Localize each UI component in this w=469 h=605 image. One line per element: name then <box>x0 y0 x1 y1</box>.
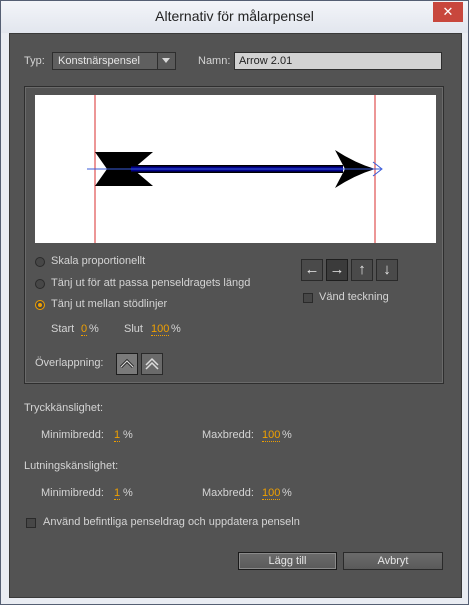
overlap-fold-button[interactable] <box>141 353 163 375</box>
cancel-button[interactable]: Avbryt <box>343 552 443 570</box>
arrow-up-icon[interactable]: ↑ <box>351 259 373 281</box>
radio-stretch-to-fit[interactable] <box>35 279 45 289</box>
radio-scale-proportional[interactable] <box>35 257 45 267</box>
pressure-max-unit: % <box>282 429 292 441</box>
overlap-label: Överlappning: <box>35 357 104 369</box>
arrow-right-icon[interactable]: → <box>326 259 348 281</box>
add-button[interactable]: Lägg till <box>238 552 337 570</box>
dialog-content: Typ: Konstnärspensel Namn: Arrow 2.01 Sk… <box>9 33 462 598</box>
apply-existing-label: Använd befintliga penseldrag och uppdate… <box>43 516 300 528</box>
stretch-to-fit-label: Tänj ut för att passa penseldragets läng… <box>51 277 251 289</box>
arrow-down-icon[interactable]: ↓ <box>376 259 398 281</box>
pressure-min-value[interactable]: 1 <box>114 429 121 442</box>
tilt-heading: Lutningskänslighet: <box>24 460 119 472</box>
flip-drawing-label: Vänd teckning <box>319 291 389 303</box>
tilt-max-unit: % <box>282 487 292 499</box>
arrow-preview-graphic <box>87 95 383 243</box>
overlap-adjust-corners-button[interactable] <box>116 353 138 375</box>
name-label: Namn: <box>198 55 231 67</box>
chevron-down-icon[interactable] <box>157 53 175 69</box>
tilt-max-label: Maxbredd: <box>202 487 254 499</box>
pressure-min-unit: % <box>123 429 133 441</box>
arrow-left-icon[interactable]: ← <box>301 259 323 281</box>
tilt-max-value[interactable]: 100 <box>262 487 281 500</box>
dialog-title: Alternativ för målarpensel <box>155 8 314 24</box>
end-unit: % <box>171 323 181 335</box>
end-value[interactable]: 100 <box>151 323 170 336</box>
dialog-window: Alternativ för målarpensel ✕ Typ: Konstn… <box>0 0 469 605</box>
flip-drawing-checkbox[interactable] <box>303 293 313 303</box>
close-button[interactable]: ✕ <box>433 2 463 22</box>
tilt-min-value[interactable]: 1 <box>114 487 121 500</box>
apply-existing-checkbox[interactable] <box>26 518 36 528</box>
overlap-fold-icon <box>145 357 159 370</box>
pressure-heading: Tryckkänslighet: <box>24 402 104 414</box>
end-label: Slut <box>124 323 143 335</box>
tilt-min-label: Minimibredd: <box>41 487 104 499</box>
stretch-between-guides-label: Tänj ut mellan stödlinjer <box>51 298 168 310</box>
radio-stretch-between-guides[interactable] <box>35 300 45 310</box>
title-bar[interactable]: Alternativ för målarpensel ✕ <box>1 1 468 33</box>
start-unit: % <box>89 323 99 335</box>
scale-proportional-label: Skala proportionellt <box>51 255 146 267</box>
brush-preview <box>35 95 436 243</box>
start-label: Start <box>51 323 75 335</box>
pressure-max-value[interactable]: 100 <box>262 429 281 442</box>
pressure-min-label: Minimibredd: <box>41 429 104 441</box>
type-label: Typ: <box>24 55 45 67</box>
brush-options-group: Skala proportionellt Tänj ut för att pas… <box>24 86 444 384</box>
tilt-min-unit: % <box>123 487 133 499</box>
overlap-corners-icon <box>119 358 135 369</box>
name-input[interactable]: Arrow 2.01 <box>234 52 442 70</box>
type-dropdown[interactable]: Konstnärspensel <box>52 52 176 70</box>
type-dropdown-value: Konstnärspensel <box>58 55 140 67</box>
start-value[interactable]: 0 <box>81 323 88 336</box>
pressure-max-label: Maxbredd: <box>202 429 254 441</box>
